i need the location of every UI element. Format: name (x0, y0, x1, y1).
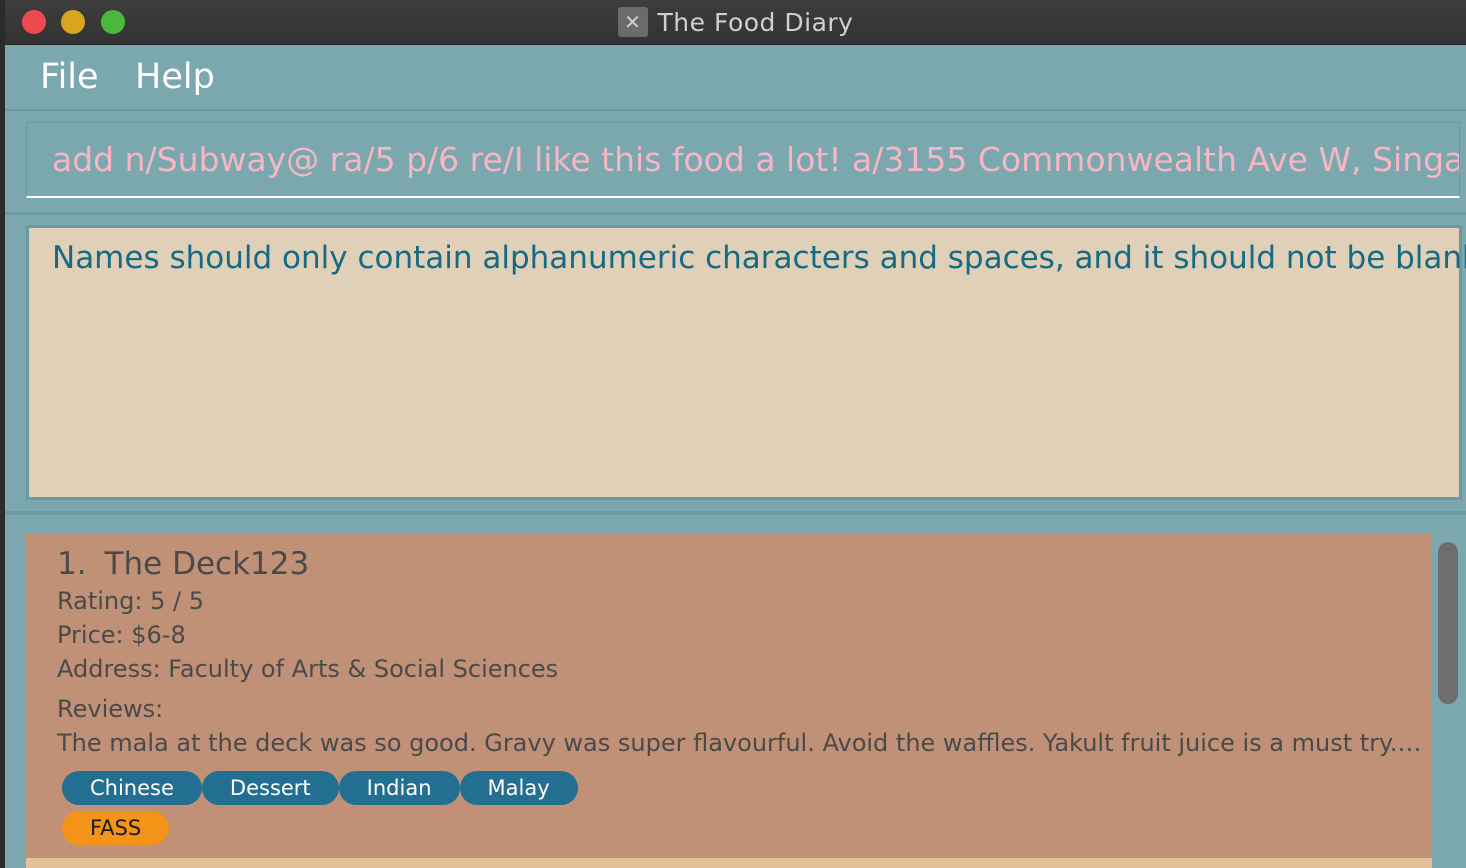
fork-knife-icon: ✕ (617, 7, 648, 37)
location-tags: FASS (62, 811, 170, 845)
result-message: Names should only contain alphanumeric c… (52, 240, 1466, 276)
title-wrap: ✕ The Food Diary (5, 0, 1466, 44)
result-display[interactable]: Names should only contain alphanumeric c… (26, 225, 1466, 500)
tag-indian: Indian (338, 771, 460, 805)
command-box-area (5, 111, 1466, 215)
command-input[interactable] (27, 123, 1459, 196)
next-entry-card[interactable] (26, 858, 1432, 868)
scrollbar-thumb[interactable] (1438, 542, 1458, 704)
tag-chinese: Chinese (62, 771, 202, 805)
entry-rating: Rating: 5 / 5 (57, 587, 204, 615)
entry-card[interactable]: 1. The Deck123 Rating: 5 / 5 Price: $6-8 … (26, 534, 1432, 859)
title-bar[interactable]: ✕ The Food Diary (5, 0, 1466, 45)
entry-reviews: The mala at the deck was so good. Gravy … (57, 729, 1427, 757)
tag-malay: Malay (459, 771, 578, 805)
entry-list[interactable]: 1. The Deck123 Rating: 5 / 5 Price: $6-8 … (5, 515, 1466, 868)
menu-bar: File Help (5, 45, 1466, 111)
window-title: The Food Diary (657, 7, 854, 37)
entry-name: The Deck123 (104, 546, 310, 582)
result-display-area: Names should only contain alphanumeric c… (5, 215, 1466, 515)
menu-file[interactable]: File (40, 53, 99, 101)
menu-help[interactable]: Help (135, 53, 215, 101)
tag-fass: FASS (62, 811, 170, 845)
category-tags: Chinese Dessert Indian Malay (62, 771, 578, 805)
app-window: ✕ The Food Diary File Help Names should … (5, 0, 1466, 868)
entry-price: Price: $6-8 (57, 621, 186, 649)
entry-address: Address: Faculty of Arts & Social Scienc… (57, 655, 559, 683)
entry-reviews-label: Reviews: (57, 695, 164, 723)
entry-index: 1. (57, 546, 87, 582)
command-box (26, 122, 1460, 198)
entry-title: 1. The Deck123 (57, 546, 309, 582)
tag-dessert: Dessert (201, 771, 339, 805)
